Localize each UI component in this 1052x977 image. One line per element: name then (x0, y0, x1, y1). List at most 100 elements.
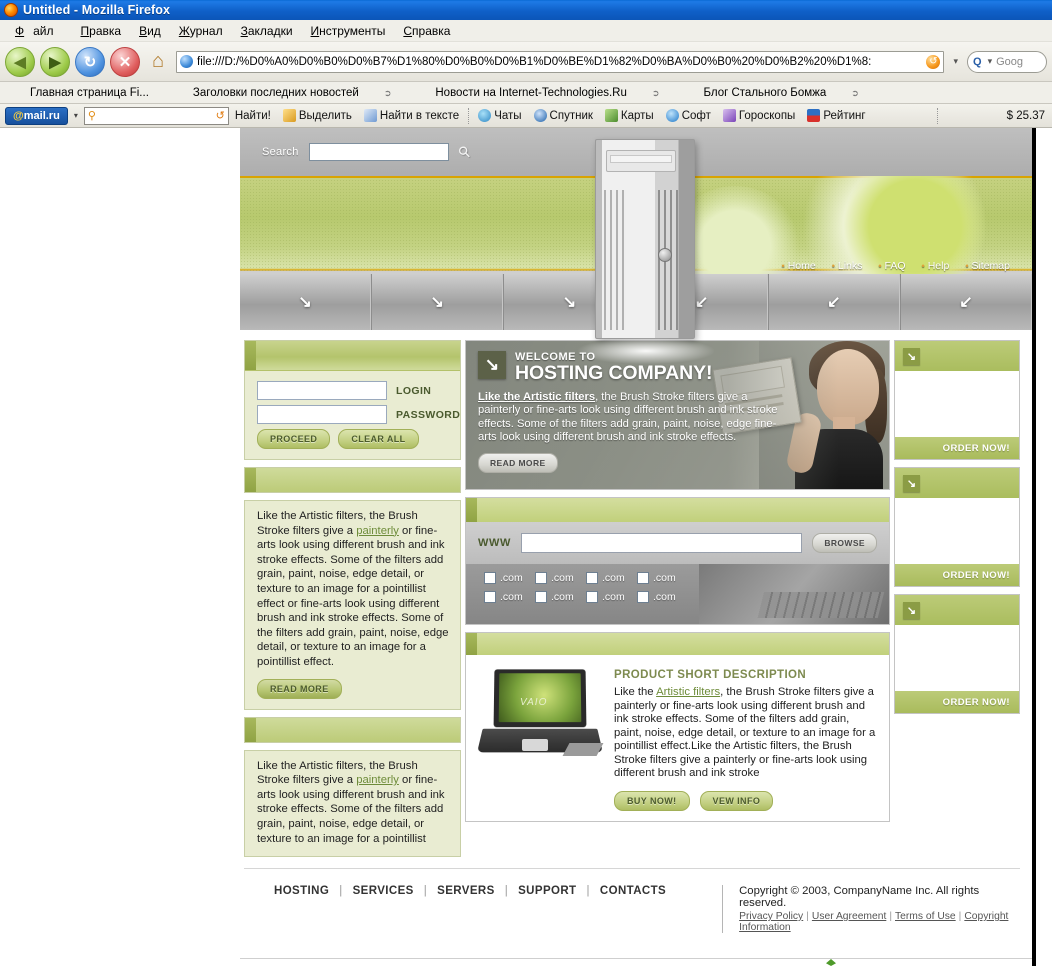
nav-link-faq[interactable]: FAQ (870, 260, 913, 272)
magnifier-icon[interactable]: ⚲ (454, 142, 475, 162)
arrow-down-right-icon: ↘ (562, 294, 577, 311)
mailru-go-icon[interactable]: ↺ (216, 109, 225, 122)
browse-button[interactable]: BROWSE (812, 533, 877, 553)
clear-all-button[interactable]: CLEAR ALL (338, 429, 419, 449)
welcome-read-more-button[interactable]: READ MORE (478, 452, 558, 473)
login-input[interactable] (257, 381, 387, 400)
mailru-item-rating[interactable]: Рейтинг (801, 109, 871, 122)
domain-input[interactable] (520, 533, 803, 553)
chevron-down-icon[interactable]: ▾ (953, 56, 958, 67)
mailru-item-horoscopes[interactable]: Гороскопы (717, 109, 801, 122)
nav-link-home[interactable]: Home (774, 260, 824, 272)
bookmark-item[interactable]: Блог Стального Бомжа ➲ (681, 87, 880, 99)
sidebar-text-block-2: Like the Artistic filters, the Brush Str… (244, 749, 461, 858)
footer-link-services[interactable]: SERVICES (343, 885, 424, 897)
mailru-item-find-in-page[interactable]: Найти в тексте (358, 109, 465, 122)
tower-vents (604, 190, 626, 330)
menu-item-help[interactable]: Справка (394, 22, 459, 40)
search-chevron-down-icon[interactable]: ▾ (988, 56, 993, 67)
footer-link-contacts[interactable]: CONTACTS (590, 885, 676, 897)
search-input[interactable]: Q ▾ Goog (967, 50, 1047, 73)
tld-checkbox-2[interactable]: .com (535, 572, 586, 584)
painterly-link[interactable]: painterly (356, 525, 399, 537)
view-info-button[interactable]: VEW INFO (699, 790, 774, 811)
painterly-link[interactable]: painterly (356, 774, 399, 786)
password-input[interactable] (257, 405, 387, 424)
tld-checkbox-4[interactable]: .com (637, 572, 688, 584)
tld-row-1: .com .com .com .com (484, 572, 889, 584)
footer-link-servers[interactable]: SERVERS (427, 885, 505, 897)
tld-checkbox-6[interactable]: .com (535, 591, 586, 603)
forward-button[interactable]: ▶ (40, 46, 70, 77)
laptop-touchpad (522, 739, 548, 751)
page-globe-icon (180, 55, 193, 68)
stop-button[interactable]: ✕ (110, 46, 140, 77)
checkbox-icon[interactable] (637, 591, 649, 603)
buy-now-button[interactable]: BUY NOW! (614, 790, 690, 811)
tld-checkbox-8[interactable]: .com (637, 591, 688, 603)
quicknav-cell-5[interactable]: ↙ (767, 274, 900, 330)
quicknav-cell-1[interactable]: ↘ (240, 274, 372, 330)
footer-link-hosting[interactable]: HOSTING (264, 885, 339, 897)
mailru-logo[interactable]: @mail.ru (5, 106, 68, 125)
mailru-item-maps[interactable]: Карты (599, 109, 660, 122)
back-button[interactable]: ◀ (5, 46, 35, 77)
mailru-item-soft[interactable]: Софт (660, 109, 717, 122)
address-bar[interactable]: file:///D:/%D0%A0%D0%B0%D0%B7%D1%80%D0%B… (176, 50, 945, 73)
menu-item-view[interactable]: Вид (130, 22, 170, 40)
reload-button[interactable]: ↻ (75, 46, 105, 77)
menu-item-history[interactable]: Журнал (170, 22, 232, 40)
menu-item-edit[interactable]: Правка (72, 22, 131, 40)
mailru-chevron-down-icon[interactable]: ▾ (68, 111, 84, 120)
artistic-filters-link[interactable]: Artistic filters (656, 686, 720, 698)
site-search-input[interactable] (308, 143, 449, 161)
bookmarks-toolbar: Главная страница Fi... Заголовки последн… (0, 82, 1052, 104)
home-button[interactable]: ⌂ (145, 49, 171, 75)
legal-link-user-agreement[interactable]: User Agreement (812, 911, 886, 922)
welcome-lead: Like the Artistic filters (478, 391, 596, 403)
checkbox-icon[interactable] (586, 591, 598, 603)
bookmark-item[interactable]: Заголовки последних новостей ➲ (171, 87, 413, 99)
legal-link-terms[interactable]: Terms of Use (895, 911, 956, 922)
order-box-footer[interactable]: ORDER NOW! (895, 437, 1019, 459)
nav-link-help[interactable]: Help (914, 260, 958, 272)
bookmark-item[interactable]: Новости на Internet-Technologies.Ru ➲ (413, 87, 681, 99)
menu-item-file[interactable]: Файл (6, 22, 72, 40)
tld-checkbox-1[interactable]: .com (484, 572, 535, 584)
nav-link-links[interactable]: Links (824, 260, 871, 272)
mailru-item-sputnik[interactable]: Спутник (528, 109, 599, 122)
legal-link-privacy[interactable]: Privacy Policy (739, 911, 803, 922)
checkbox-icon[interactable] (535, 572, 547, 584)
product-panel-header (466, 633, 889, 655)
mailru-item-chats[interactable]: Чаты (472, 109, 527, 122)
order-box-footer[interactable]: ORDER NOW! (895, 691, 1019, 713)
tld-checkbox-7[interactable]: .com (586, 591, 637, 603)
welcome-body: Like the Artistic filters, the Brush Str… (478, 391, 778, 444)
checkbox-icon[interactable] (637, 572, 649, 584)
order-box-3: ↘ ORDER NOW! (894, 594, 1020, 714)
mailru-item-highlight[interactable]: Выделить (277, 109, 358, 122)
nav-link-sitemap[interactable]: Sitemap (957, 260, 1018, 272)
menu-item-bookmarks[interactable]: Закладки (232, 22, 302, 40)
tld-checkbox-3[interactable]: .com (586, 572, 637, 584)
menu-item-tools[interactable]: Инструменты (302, 22, 395, 40)
tower-glow (578, 338, 714, 364)
checkbox-icon[interactable] (586, 572, 598, 584)
right-sidebar: ↘ ORDER NOW! ↘ ORDER NOW! ↘ ORDER NOW! (894, 340, 1020, 860)
checkbox-icon[interactable] (484, 572, 496, 584)
product-buttons: BUY NOW! VEW INFO (614, 790, 877, 811)
proceed-button[interactable]: PROCEED (257, 429, 331, 449)
go-icon[interactable]: ↺ (926, 54, 941, 69)
quicknav-cell-2[interactable]: ↘ (371, 274, 504, 330)
tld-checkbox-5[interactable]: .com (484, 591, 535, 603)
mailru-find-button[interactable]: Найти! (229, 110, 277, 122)
checkbox-icon[interactable] (484, 591, 496, 603)
mailru-search-input[interactable]: ⚲ ↺ (83, 106, 229, 125)
read-more-button[interactable]: READ MORE (257, 678, 342, 699)
quicknav-cell-6[interactable]: ↙ (899, 274, 1033, 330)
footer-link-support[interactable]: SUPPORT (508, 885, 586, 897)
bookmark-item[interactable]: Главная страница Fi... (8, 87, 171, 99)
order-box-footer[interactable]: ORDER NOW! (895, 564, 1019, 586)
checkbox-icon[interactable] (535, 591, 547, 603)
rss-icon: ➲ (383, 87, 392, 98)
